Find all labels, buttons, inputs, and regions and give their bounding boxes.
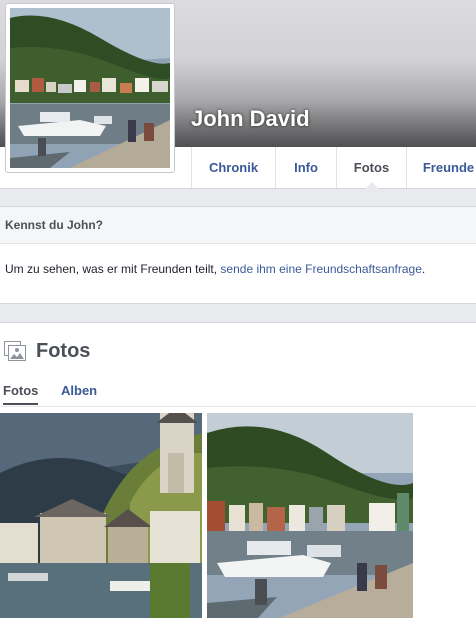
subtab-fotos[interactable]: Fotos [3,383,39,405]
profile-name[interactable]: John David [191,106,310,132]
profile-photo-harbor [10,8,170,168]
photos-divider [0,406,476,407]
friend-request-link[interactable]: sende ihm eine Freundschaftsanfrage [220,262,421,276]
friend-request-box: Kennst du John? Um zu sehen, was er mit … [0,206,476,304]
profile-picture[interactable] [5,3,175,173]
photo-thumbnail-village[interactable] [0,413,202,618]
photos-section: Fotos Fotos Alben [0,322,476,618]
friend-request-text: Um zu sehen, was er mit Freunden teilt, … [0,244,476,276]
tab-freunde[interactable]: Freunde [406,147,476,188]
tab-chronik[interactable]: Chronik [191,147,275,188]
photo-thumbnail-harbor[interactable] [207,413,413,618]
tab-info[interactable]: Info [275,147,336,188]
friend-request-suffix: . [421,262,426,276]
tab-fotos[interactable]: Fotos [336,147,406,189]
subtab-alben[interactable]: Alben [61,383,97,398]
friend-request-heading: Kennst du John? [0,207,476,244]
photos-icon [4,341,26,361]
friend-request-prefix: Um zu sehen, was er mit Freunden teilt, [5,262,221,276]
photos-title: Fotos [36,340,91,362]
